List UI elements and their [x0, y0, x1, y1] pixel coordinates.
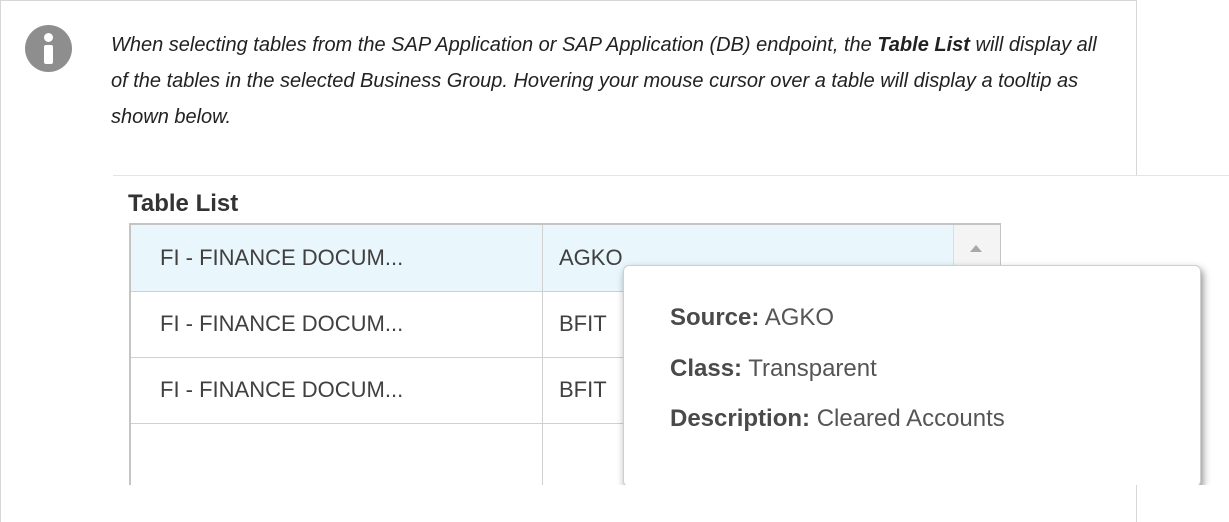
tooltip-source-label: Source:: [670, 304, 760, 331]
note-top-border: [0, 0, 1137, 5]
tooltip-description-label: Description:: [670, 405, 811, 432]
note-right-border-bottom: [1136, 485, 1137, 522]
info-icon-dot: [44, 33, 53, 42]
table-cell-group: FI - FINANCE DOCUM...: [131, 291, 543, 357]
info-icon-bar: [44, 45, 53, 64]
scroll-up-arrow-icon[interactable]: [970, 245, 982, 252]
table-tooltip: Source: AGKO Class: Transparent Descript…: [623, 265, 1201, 485]
info-icon: [25, 25, 72, 72]
tooltip-class: Class: Transparent: [670, 355, 877, 383]
tooltip-description-value: Cleared Accounts: [816, 405, 1005, 432]
tooltip-source: Source: AGKO: [670, 304, 834, 332]
table-cell-group: [131, 423, 543, 485]
tooltip-class-label: Class:: [670, 355, 743, 382]
note-right-border: [1136, 0, 1137, 175]
tooltip-class-value: Transparent: [748, 355, 877, 382]
note-bold-text: Table List: [877, 34, 970, 56]
table-list-screenshot: Table List FI - FINANCE DOCUM... AGKO FI…: [113, 175, 1229, 485]
table-list-title: Table List: [128, 190, 239, 217]
note-left-border: [0, 0, 1, 522]
table-cell-group: FI - FINANCE DOCUM...: [131, 357, 543, 423]
note-text: When selecting tables from the SAP Appli…: [111, 27, 1111, 135]
screenshot-border: [113, 175, 1229, 176]
tooltip-description: Description: Cleared Accounts: [670, 405, 1005, 433]
note-text-before: When selecting tables from the SAP Appli…: [111, 34, 878, 56]
tooltip-source-value: AGKO: [764, 304, 835, 331]
table-cell-group: FI - FINANCE DOCUM...: [131, 225, 543, 291]
